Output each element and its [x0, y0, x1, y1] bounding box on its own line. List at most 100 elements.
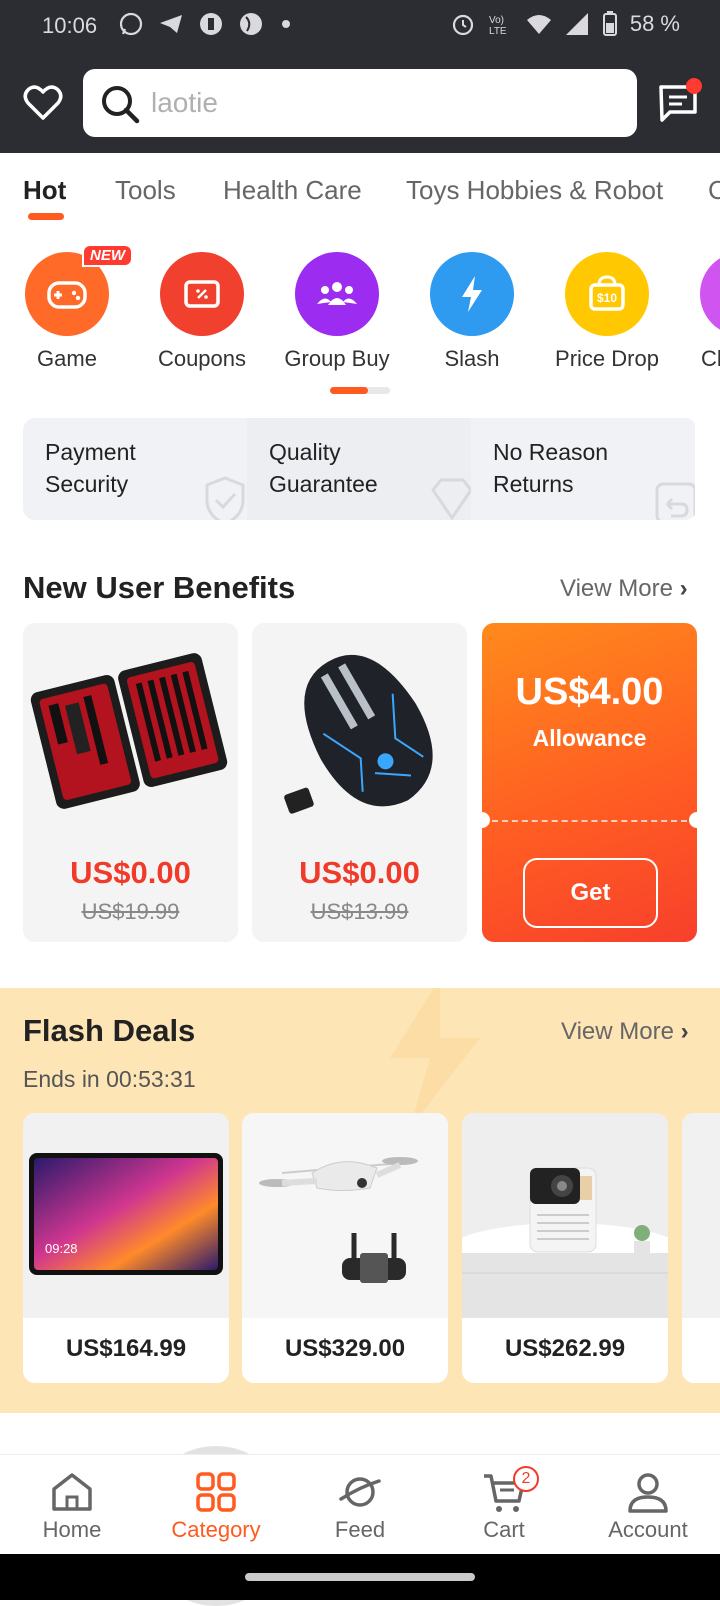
guarantee-quality[interactable]: Quality Guarantee	[247, 418, 471, 520]
cart-count-badge: 2	[513, 1466, 539, 1492]
group-icon	[317, 282, 357, 305]
chevron-right-icon: ›	[680, 1018, 689, 1045]
message-notification-dot	[686, 78, 702, 94]
flash-deal-price: US$262.99	[504, 1335, 626, 1362]
more-dot-icon	[282, 20, 290, 28]
battery-percent: 58 %	[629, 11, 680, 36]
search-input[interactable]	[151, 83, 611, 123]
person-icon	[628, 1473, 668, 1513]
tab-more[interactable]: C	[708, 175, 720, 206]
category-scroll-indicator	[330, 387, 368, 394]
category-label: Price Drop	[555, 346, 659, 371]
bottom-navigation: Home Category Feed Cart Account	[0, 1454, 720, 1554]
price-tag-text: $10	[597, 291, 617, 305]
product-original-price: US$19.99	[81, 899, 180, 924]
flash-deals-countdown: Ends in 00:53:31	[23, 1066, 196, 1092]
lightning-watermark-icon	[390, 988, 480, 1118]
planet-icon	[339, 1477, 381, 1507]
lightning-icon	[462, 276, 482, 312]
allowance-amount: US$4.00	[515, 671, 664, 713]
allowance-divider	[492, 820, 687, 822]
category-label: Group Buy	[284, 346, 390, 371]
flash-deal-card-drone[interactable]: US$329.00	[242, 1113, 448, 1383]
category-group-buy[interactable]: Group Buy	[272, 252, 402, 372]
new-user-benefits-title: New User Benefits	[23, 570, 296, 605]
svg-text:Vo): Vo)	[489, 15, 504, 26]
allowance-label: Allowance	[532, 725, 647, 751]
category-label: Game	[37, 346, 97, 371]
return-box-icon	[655, 482, 695, 520]
guarantee-payment-security[interactable]: Payment Security	[23, 418, 247, 520]
battery-icon	[602, 11, 617, 36]
diamond-icon	[431, 478, 471, 520]
tablet-image: 09:28	[29, 1153, 223, 1275]
volte-icon: Vo)LTE	[489, 15, 507, 37]
tab-hot[interactable]: Hot	[23, 175, 66, 206]
alarm-icon	[452, 14, 473, 36]
flash-deal-card-partial[interactable]	[682, 1113, 720, 1383]
category-label: Slash	[444, 346, 500, 371]
new-badge: NEW	[82, 244, 133, 267]
gaming-mouse-image	[284, 654, 433, 814]
coupon-icon	[184, 280, 220, 308]
category-coupons[interactable]: Coupons	[137, 252, 267, 372]
price-tag-icon: $10	[589, 275, 625, 311]
shield-check-icon	[205, 476, 245, 520]
flash-deals-view-more[interactable]: View More ›	[561, 1018, 689, 1046]
nav-category[interactable]: Category	[144, 1455, 288, 1555]
category-label: Coupons	[157, 346, 247, 371]
new-user-view-more[interactable]: View More ›	[560, 575, 688, 603]
guarantee-strip: Payment Security Quality Guarantee No Re…	[23, 418, 697, 520]
flash-deals-title: Flash Deals	[23, 1013, 196, 1048]
product-card-gaming-mouse[interactable]: US$0.00 US$13.99	[252, 623, 467, 942]
search-bar[interactable]	[83, 69, 637, 137]
header	[0, 52, 720, 153]
manicure-kit-image	[30, 653, 228, 809]
home-gesture-pill[interactable]	[245, 1573, 475, 1581]
flash-deal-card-projector[interactable]: US$262.99	[462, 1113, 668, 1383]
home-icon	[52, 1473, 92, 1511]
app-icon	[200, 13, 222, 35]
product-card-manicure-kit[interactable]: US$0.00 US$19.99	[23, 623, 238, 942]
tablet-screen-time: 09:28	[45, 1241, 78, 1256]
chevron-right-icon: ›	[679, 575, 688, 602]
nav-home[interactable]: Home	[0, 1455, 144, 1555]
nav-feed[interactable]: Feed	[288, 1455, 432, 1555]
category-clearance[interactable]: Cle	[677, 252, 720, 372]
nav-cart[interactable]: Cart	[432, 1455, 576, 1555]
product-original-price: US$13.99	[310, 899, 409, 924]
telegram-icon	[160, 15, 182, 33]
category-grid-icon	[196, 1472, 236, 1512]
ticket-notch-left	[482, 812, 490, 828]
heart-icon[interactable]	[22, 82, 64, 124]
status-bar: 10:06 Vo) LTE 58 %	[0, 0, 720, 52]
category-game[interactable]: Game	[2, 252, 132, 372]
globe-icon	[240, 13, 262, 35]
get-allowance-button[interactable]: Get	[523, 858, 658, 928]
flash-deal-price: US$164.99	[65, 1335, 187, 1362]
gamepad-icon	[47, 281, 87, 309]
flash-deal-card-tablet[interactable]: 09:28 US$164.99	[23, 1113, 229, 1383]
product-price: US$0.00	[299, 855, 420, 890]
svg-text:LTE: LTE	[489, 26, 507, 37]
category-label: Cle	[701, 346, 720, 371]
ticket-notch-right	[689, 812, 697, 828]
tab-active-indicator	[28, 213, 64, 220]
category-slash[interactable]: Slash	[407, 252, 537, 372]
tab-toys-hobbies-robot[interactable]: Toys Hobbies & Robot	[406, 175, 663, 206]
category-price-drop[interactable]: $10 Price Drop	[542, 252, 672, 372]
search-icon	[102, 86, 140, 124]
product-price: US$0.00	[70, 855, 191, 890]
allowance-card: US$4.00 Allowance Get	[482, 623, 697, 942]
nav-account[interactable]: Account	[576, 1455, 720, 1555]
signal-icon	[565, 13, 588, 35]
wifi-icon	[526, 15, 551, 34]
flash-deal-price: US$329.00	[284, 1335, 406, 1362]
category-tabs: Hot Tools Health Care Toys Hobbies & Rob…	[0, 153, 720, 223]
projector-image	[462, 1167, 668, 1318]
flash-deals-section: Flash Deals Ends in 00:53:31 View More ›…	[0, 988, 720, 1413]
tab-tools[interactable]: Tools	[115, 175, 176, 206]
drone-image	[259, 1157, 418, 1283]
tab-health-care[interactable]: Health Care	[223, 175, 362, 206]
guarantee-no-reason-returns[interactable]: No Reason Returns	[471, 418, 695, 520]
